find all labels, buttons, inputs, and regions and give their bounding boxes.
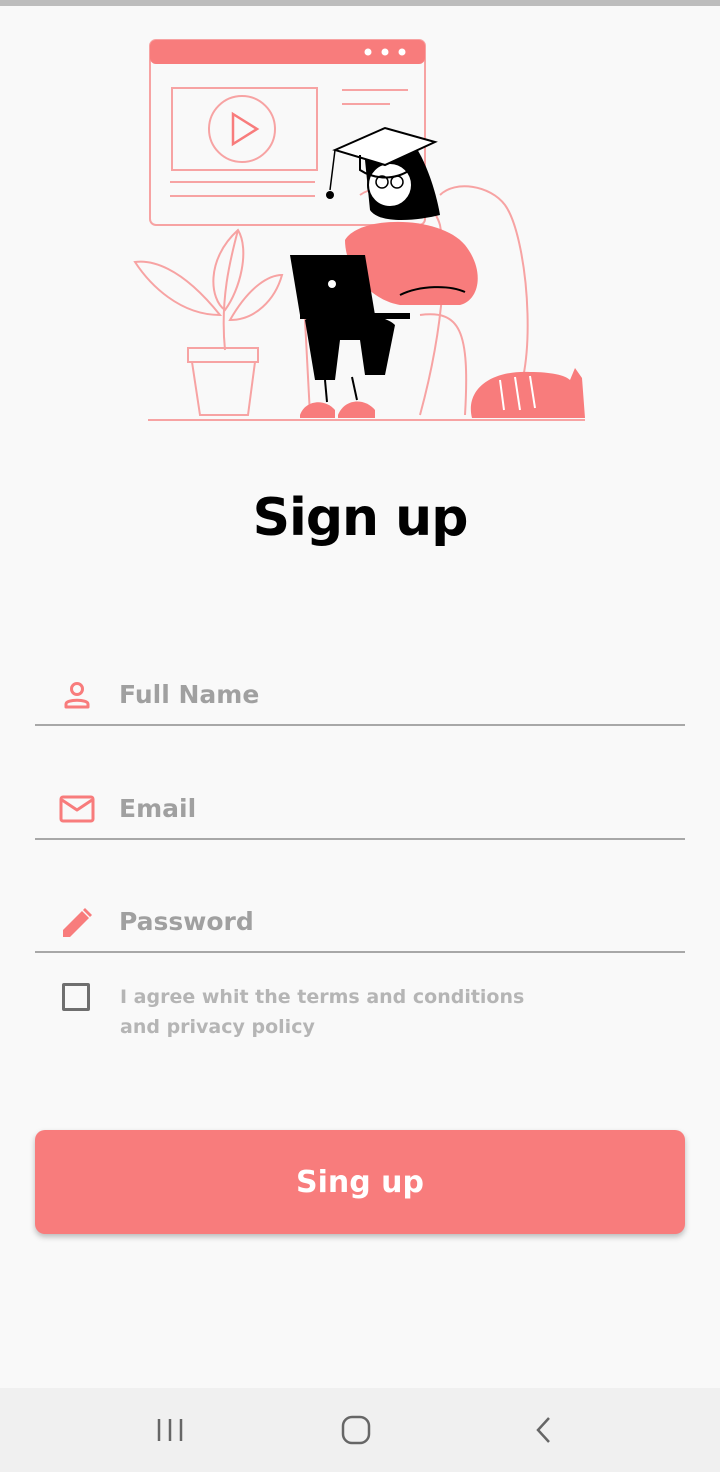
email-input[interactable] <box>119 786 659 830</box>
home-button[interactable] <box>326 1410 386 1450</box>
back-button[interactable] <box>514 1410 574 1450</box>
password-input[interactable] <box>119 899 659 943</box>
email-field[interactable] <box>35 778 685 840</box>
terms-text-line-1: I agree whit the terms and conditions <box>120 986 525 1008</box>
full-name-field[interactable] <box>35 664 685 726</box>
pencil-icon <box>63 908 92 937</box>
terms-checkbox[interactable] <box>62 983 90 1011</box>
system-navigation-bar <box>0 1388 720 1472</box>
terms-agreement: I agree whit the terms and conditions an… <box>60 980 660 1050</box>
person-icon <box>64 682 90 709</box>
student-laptop-illustration <box>133 39 585 421</box>
mail-icon <box>59 795 95 823</box>
sign-up-button[interactable]: Sing up <box>35 1130 685 1234</box>
full-name-input[interactable] <box>119 672 659 716</box>
recent-apps-button[interactable] <box>140 1410 200 1450</box>
page-title: Sign up <box>252 488 469 548</box>
recent-apps-icon <box>157 1419 183 1441</box>
terms-text: I agree whit the terms and conditions an… <box>120 982 560 1042</box>
status-bar <box>0 0 720 6</box>
back-icon <box>536 1417 550 1443</box>
password-field[interactable] <box>35 891 685 953</box>
home-icon <box>341 1415 371 1445</box>
terms-text-line-2: and privacy policy <box>120 1016 315 1038</box>
